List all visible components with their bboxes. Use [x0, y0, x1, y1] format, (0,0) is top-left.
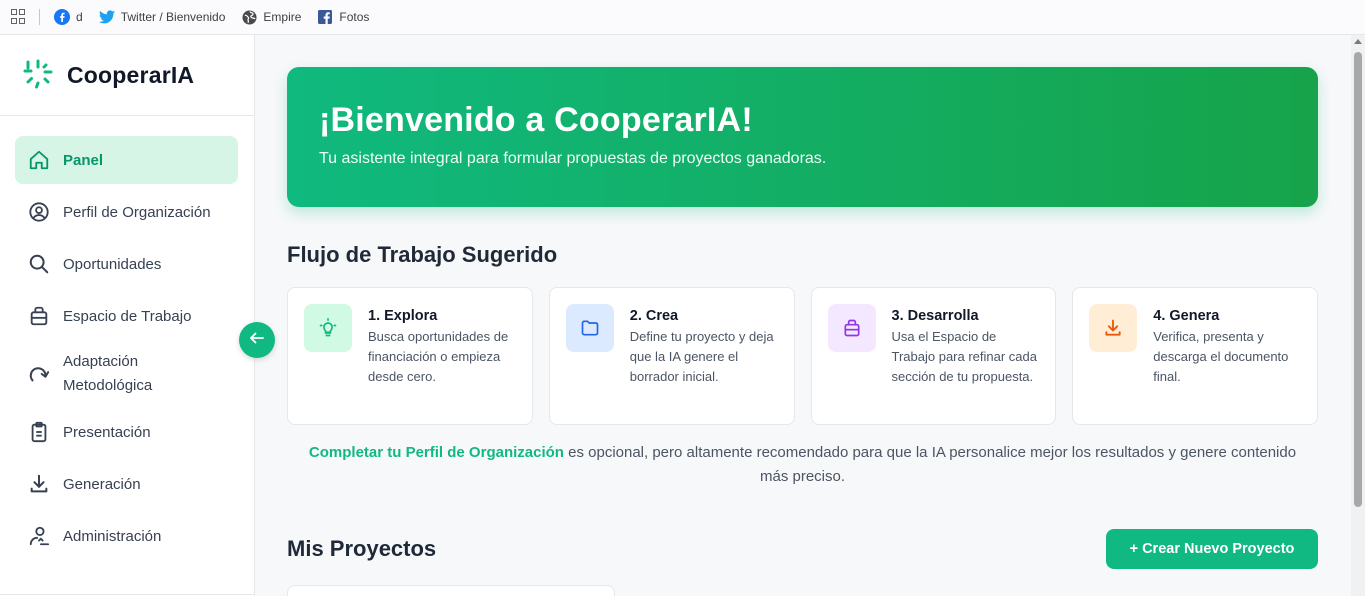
- apps-grid-icon[interactable]: [11, 9, 27, 25]
- bookmarks-divider: [39, 9, 40, 25]
- sidebar: CooperarIA Panel Perfil de Organización …: [0, 35, 255, 596]
- user-settings-icon: [28, 525, 50, 547]
- facebook-icon: [54, 9, 70, 25]
- redo-icon: [28, 363, 50, 385]
- sidebar-item-label: Presentación: [63, 423, 151, 441]
- profile-recommendation-note: Completar tu Perfil de Organización es o…: [287, 441, 1318, 489]
- sidebar-item-oportunidades[interactable]: Oportunidades: [15, 240, 238, 288]
- sidebar-item-label: Generación: [63, 475, 141, 493]
- step-description: Usa el Espacio de Trabajo para refinar c…: [891, 329, 1038, 384]
- bookmark-fotos[interactable]: Fotos: [317, 9, 369, 25]
- bookmark-label: Twitter / Bienvenido: [120, 10, 226, 24]
- step-title: 4. Genera: [1153, 308, 1220, 324]
- projects-title: Mis Proyectos: [287, 536, 437, 561]
- sidebar-item-label: Administración: [63, 527, 162, 545]
- step-card-explora: 1. Explora Busca oportunidades de financ…: [287, 287, 533, 425]
- bookmark-twitter[interactable]: Twitter / Bienvenido: [98, 9, 226, 25]
- scroll-up-arrow-icon[interactable]: [1354, 39, 1362, 44]
- home-icon: [28, 149, 50, 171]
- project-card[interactable]: [287, 585, 615, 596]
- step-title: 3. Desarrolla: [891, 308, 979, 324]
- hero-title: ¡Bienvenido a CooperarIA!: [319, 101, 753, 139]
- user-circle-icon: [28, 201, 50, 223]
- sidebar-item-label: Espacio de Trabajo: [63, 307, 192, 325]
- sidebar-item-label: Panel: [63, 151, 104, 169]
- sidebar-item-administracion[interactable]: Administración: [15, 512, 238, 560]
- step-description: Define tu proyecto y deja que la IA gene…: [629, 329, 774, 384]
- step-title: 1. Explora: [368, 308, 438, 324]
- sidebar-item-label: Oportunidades: [63, 255, 162, 273]
- step-description: Verifica, presenta y descarga el documen…: [1153, 329, 1289, 384]
- bookmarks-bar: d Twitter / Bienvenido Empire Fotos: [0, 0, 1365, 35]
- bookmark-label: Empire: [263, 10, 302, 24]
- twitter-icon: [98, 9, 115, 25]
- sidebar-item-perfil[interactable]: Perfil de Organización: [15, 188, 238, 236]
- sidebar-item-espacio[interactable]: Espacio de Trabajo: [15, 292, 238, 340]
- download-icon: [1089, 304, 1138, 352]
- hero-subtitle: Tu asistente integral para formular prop…: [319, 150, 827, 167]
- download-icon: [28, 473, 50, 495]
- brand-name: CooperarIA: [67, 61, 195, 88]
- briefcase-icon: [28, 305, 50, 327]
- step-description: Busca oportunidades de financiación o em…: [368, 329, 509, 384]
- facebook-square-icon: [317, 9, 333, 25]
- main-content: ¡Bienvenido a CooperarIA! Tu asistente i…: [255, 35, 1351, 596]
- sidebar-item-adaptacion[interactable]: Adaptación Metodológica: [15, 344, 238, 404]
- step-card-crea: 2. Crea Define tu proyecto y deja que la…: [548, 287, 795, 425]
- briefcase-icon: [827, 304, 876, 352]
- clipboard-icon: [28, 421, 50, 443]
- scrollbar[interactable]: [1351, 35, 1365, 596]
- sparkle-logo-icon: [22, 59, 54, 91]
- sidebar-nav: Panel Perfil de Organización Oportunidad…: [0, 116, 254, 560]
- bookmark-label: Fotos: [339, 10, 370, 24]
- step-title: 2. Crea: [629, 308, 679, 324]
- sidebar-item-label: Perfil de Organización: [63, 203, 211, 221]
- step-card-desarrolla: 3. Desarrolla Usa el Espacio de Trabajo …: [810, 287, 1057, 425]
- bookmark-label: d: [76, 10, 83, 24]
- sidebar-item-presentacion[interactable]: Presentación: [15, 408, 238, 456]
- create-project-button[interactable]: + Crear Nuevo Proyecto: [1106, 529, 1318, 569]
- globe-icon: [241, 9, 257, 25]
- sidebar-item-label: Adaptación Metodológica: [63, 353, 153, 394]
- search-icon: [28, 253, 50, 275]
- sidebar-item-generacion[interactable]: Generación: [15, 460, 238, 508]
- lightbulb-icon: [304, 304, 352, 352]
- bookmark-empire[interactable]: Empire: [241, 9, 301, 25]
- scroll-thumb[interactable]: [1354, 52, 1362, 507]
- workflow-title: Flujo de Trabajo Sugerido: [287, 242, 558, 267]
- bookmark-facebook[interactable]: d: [54, 9, 83, 25]
- step-card-genera: 4. Genera Verifica, presenta y descarga …: [1072, 287, 1318, 425]
- sidebar-item-panel[interactable]: Panel: [15, 136, 238, 184]
- folder-icon: [565, 304, 614, 352]
- brand[interactable]: CooperarIA: [0, 35, 254, 116]
- welcome-banner: ¡Bienvenido a CooperarIA! Tu asistente i…: [287, 67, 1318, 207]
- note-text: es opcional, pero altamente recomendado …: [563, 444, 1297, 485]
- complete-profile-link[interactable]: Completar tu Perfil de Organización: [309, 444, 564, 461]
- workflow-steps: 1. Explora Busca oportunidades de financ…: [287, 287, 1318, 425]
